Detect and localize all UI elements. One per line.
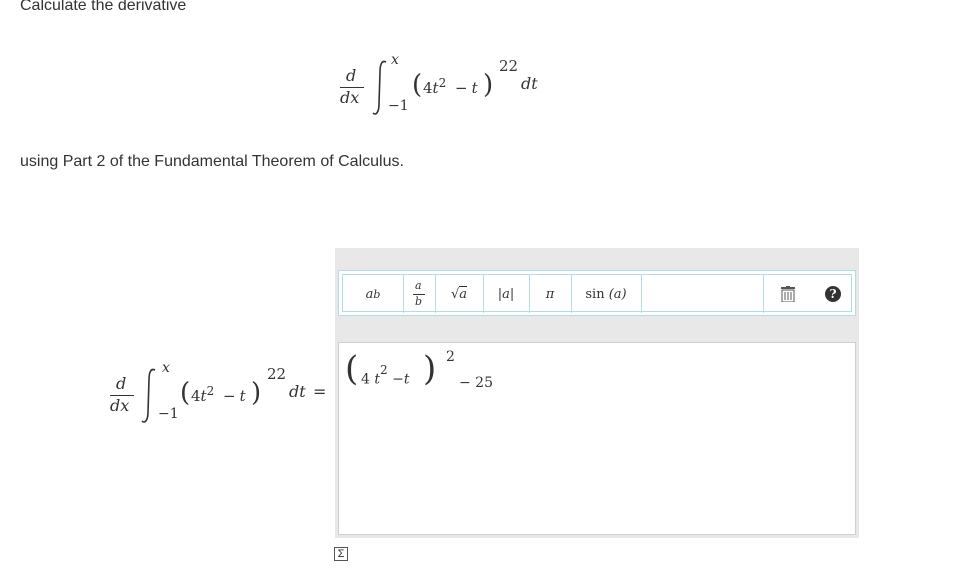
fraction-button[interactable]: a b (403, 275, 436, 313)
answer-t: t (403, 371, 410, 388)
answer-prompt-expression: d dx x −1 ( 4t2 − t ) 22 dt = (108, 360, 333, 430)
d-numerator: d (116, 374, 127, 393)
integral-sign-icon (141, 368, 156, 423)
help-icon: ? (825, 286, 841, 302)
dt-label: dt (289, 382, 306, 401)
problem-title: Calculate the derivative (20, 0, 187, 14)
equation-editor-icon[interactable]: Σ (334, 547, 348, 561)
integrand-t: t (471, 79, 478, 97)
lower-limit: −1 (158, 406, 179, 422)
answer-var-exponent: 2 (380, 363, 388, 377)
dt-label: dt (521, 74, 538, 93)
answer-content: ( 4 t2 −t ) 2 − 25 (345, 347, 515, 397)
answer-tail: − 25 (459, 375, 493, 391)
answer-right-paren: ) (423, 349, 437, 389)
answer-left-paren: ( (345, 349, 359, 389)
equals-sign: = (313, 382, 327, 401)
abs-value-button[interactable]: |a| (483, 275, 530, 313)
power-button[interactable]: ab (343, 275, 404, 313)
left-paren: ( (412, 70, 423, 100)
clear-button[interactable] (763, 275, 813, 313)
math-toolbar: ab a b √ a |a| π sin (a) ? (338, 270, 856, 316)
toolbar-spacer (641, 275, 764, 313)
answer-outer-exponent: 2 (446, 349, 455, 365)
integrand-coefficient: 4 (191, 387, 201, 405)
upper-limit: x (391, 52, 399, 68)
right-paren: ) (251, 378, 262, 408)
integrand-t: t (239, 387, 246, 405)
trash-icon (781, 286, 795, 302)
integrand-minus: − (223, 387, 236, 405)
integrand-coefficient: 4 (423, 79, 433, 97)
sin-label: sin (585, 286, 605, 302)
lower-limit: −1 (388, 98, 409, 114)
dx-denominator: dx (110, 396, 130, 415)
answer-minus: − (392, 371, 404, 388)
sin-button[interactable]: sin (a) (571, 275, 642, 313)
sqrt-button[interactable]: √ a (435, 275, 484, 313)
integrand-exponent: 2 (206, 384, 215, 398)
power-exponent: b (373, 287, 381, 301)
sqrt-label: a (459, 286, 468, 302)
pi-label: π (545, 286, 555, 302)
fraction-numerator: a (415, 279, 422, 292)
help-button[interactable]: ? (813, 275, 853, 313)
upper-limit: x (162, 360, 170, 376)
answer-coefficient: 4 (361, 371, 370, 388)
right-paren: ) (483, 70, 494, 100)
integrand-minus: − (455, 79, 468, 97)
d-numerator: d (346, 66, 357, 85)
problem-expression: d dx x −1 ( 4t2 − t ) 22 dt (335, 52, 565, 122)
outer-exponent: 22 (499, 57, 519, 75)
problem-instructions: using Part 2 of the Fundamental Theorem … (20, 153, 404, 170)
outer-exponent: 22 (267, 365, 287, 383)
fraction-denominator: b (415, 295, 423, 308)
abs-value-label: |a| (497, 286, 515, 302)
integrand-exponent: 2 (438, 76, 447, 90)
answer-input[interactable]: ( 4 t2 −t ) 2 − 25 (338, 342, 856, 535)
sqrt-icon: √ (450, 286, 460, 302)
dx-denominator: dx (340, 88, 360, 107)
power-base: a (365, 286, 374, 302)
left-paren: ( (180, 378, 191, 408)
sin-argument: (a) (608, 286, 627, 302)
pi-button[interactable]: π (529, 275, 572, 313)
